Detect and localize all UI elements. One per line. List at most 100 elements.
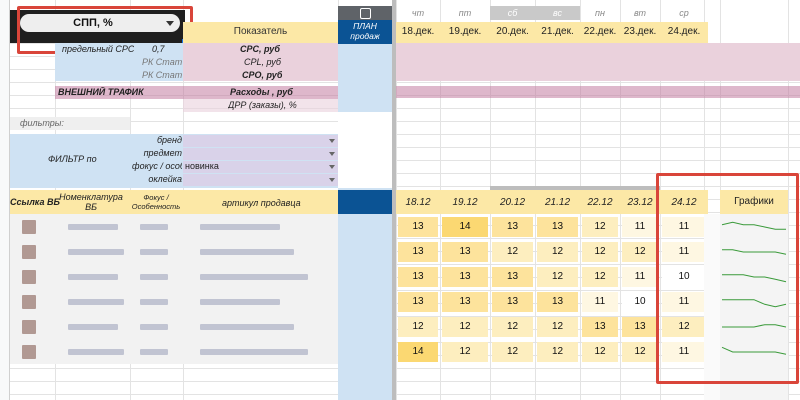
value-cell[interactable]: 14 [398,342,438,362]
table-date-header: 20.12 [499,197,526,208]
product-thumbnail[interactable] [22,320,36,334]
date-header-cell: 20.дек. [496,26,529,37]
value-cell[interactable]: 12 [622,342,658,362]
value-cell[interactable]: 13 [442,292,488,312]
pink-band-right [396,43,800,81]
blurred-text [140,299,168,305]
plan-header: ПЛАН продаж [338,20,392,44]
article-header: артикул продавца [222,198,301,208]
weekday-label: вс [535,6,580,20]
blurred-text [68,249,124,255]
value-cell[interactable]: 12 [537,242,578,262]
value-cell[interactable]: 13 [537,217,578,237]
value-cell[interactable]: 12 [582,267,618,287]
value-cell[interactable]: 12 [537,317,578,337]
value-cell[interactable]: 13 [492,267,533,287]
chevron-down-icon [329,178,335,182]
product-thumbnail[interactable] [22,245,36,259]
cpc-limit-value: 0,7 [152,44,165,54]
filter-value: новинка [185,161,219,171]
table-header-gray-strip [490,186,660,190]
value-cell[interactable]: 12 [582,342,618,362]
value-cell[interactable]: 13 [398,267,438,287]
plan-header-lower [338,190,392,214]
cpo-row-label: CPO, руб [242,70,283,80]
value-cell[interactable]: 13 [398,292,438,312]
value-cell[interactable]: 13 [537,292,578,312]
filter-by-label: ФИЛЬТР по [48,154,97,164]
blurred-text [200,224,280,230]
product-thumbnail[interactable] [22,295,36,309]
filter-label: предмет [143,148,182,158]
blurred-text [140,324,168,330]
value-cell[interactable]: 13 [398,217,438,237]
cpl-row-label: CPL, руб [244,57,281,67]
value-cell[interactable]: 12 [492,317,533,337]
blurred-text [200,349,308,355]
table-date-header: 19.12 [452,197,478,208]
chevron-down-icon [329,139,335,143]
value-cell[interactable]: 12 [442,342,488,362]
checkbox[interactable] [360,8,371,19]
filter-dropdown[interactable] [183,174,338,186]
filter-label: оклейка [148,174,182,184]
value-cell[interactable]: 13 [492,292,533,312]
grid-hline [10,394,800,395]
filter-dropdown[interactable] [183,148,338,160]
cpc-row-label: CPC, руб [240,44,280,54]
blurred-text [140,249,168,255]
product-thumbnail[interactable] [22,270,36,284]
value-cell[interactable]: 12 [442,317,488,337]
value-cell[interactable]: 13 [398,242,438,262]
expenses-label: Расходы , руб [230,87,293,97]
value-cell[interactable]: 11 [582,292,618,312]
date-header-cell: 19.дек. [448,26,482,37]
value-cell[interactable]: 12 [492,242,533,262]
date-header-cell: 24.дек. [667,26,701,37]
annotation-box-charts [656,173,799,384]
product-thumbnail[interactable] [22,220,36,234]
blurred-text [140,274,168,280]
drr-label: ДРР (заказы), % [228,100,297,110]
filter-label: фокус / особ [132,161,182,171]
blurred-text [68,349,124,355]
date-header-cell: 21.дек. [541,26,574,37]
value-cell[interactable]: 11 [622,267,658,287]
value-cell[interactable]: 11 [622,217,658,237]
value-cell[interactable]: 13 [622,317,658,337]
weekday-label: пт [458,8,472,18]
date-header-cell: 18.дек. [401,26,435,37]
value-cell[interactable]: 13 [442,242,488,262]
value-cell[interactable]: 12 [492,342,533,362]
value-cell[interactable]: 12 [537,342,578,362]
value-cell[interactable]: 12 [582,242,618,262]
weekday-label: пн [595,8,605,18]
chevron-down-icon [329,165,335,169]
filter-dropdown[interactable]: новинка [183,161,338,173]
plan-column-gap [338,112,392,188]
nomenclature-header: Номенклатура ВБ [59,192,123,212]
value-cell[interactable]: 10 [622,292,658,312]
value-cell[interactable]: 14 [442,217,488,237]
filter-dropdown[interactable] [183,135,338,147]
indicator-header-label: Показатель [233,26,288,37]
value-cell[interactable]: 12 [582,217,618,237]
chevron-down-icon [329,152,335,156]
filters-title: фильтры: [20,118,64,128]
product-thumbnail[interactable] [22,345,36,359]
blurred-text [200,249,294,255]
value-cell[interactable]: 13 [582,317,618,337]
table-body-left [10,214,338,364]
value-cell[interactable]: 12 [398,317,438,337]
value-cell[interactable]: 12 [537,267,578,287]
value-cell[interactable]: 12 [622,242,658,262]
value-cell[interactable]: 13 [492,217,533,237]
blurred-text [68,324,118,330]
table-date-header: 22.12 [587,197,613,208]
rk-stat-label-2: РК Стат [142,70,183,80]
blurred-text [68,224,118,230]
grid-hline [10,108,800,109]
grid-hline [10,82,800,83]
value-cell[interactable]: 13 [442,267,488,287]
blurred-text [200,299,280,305]
